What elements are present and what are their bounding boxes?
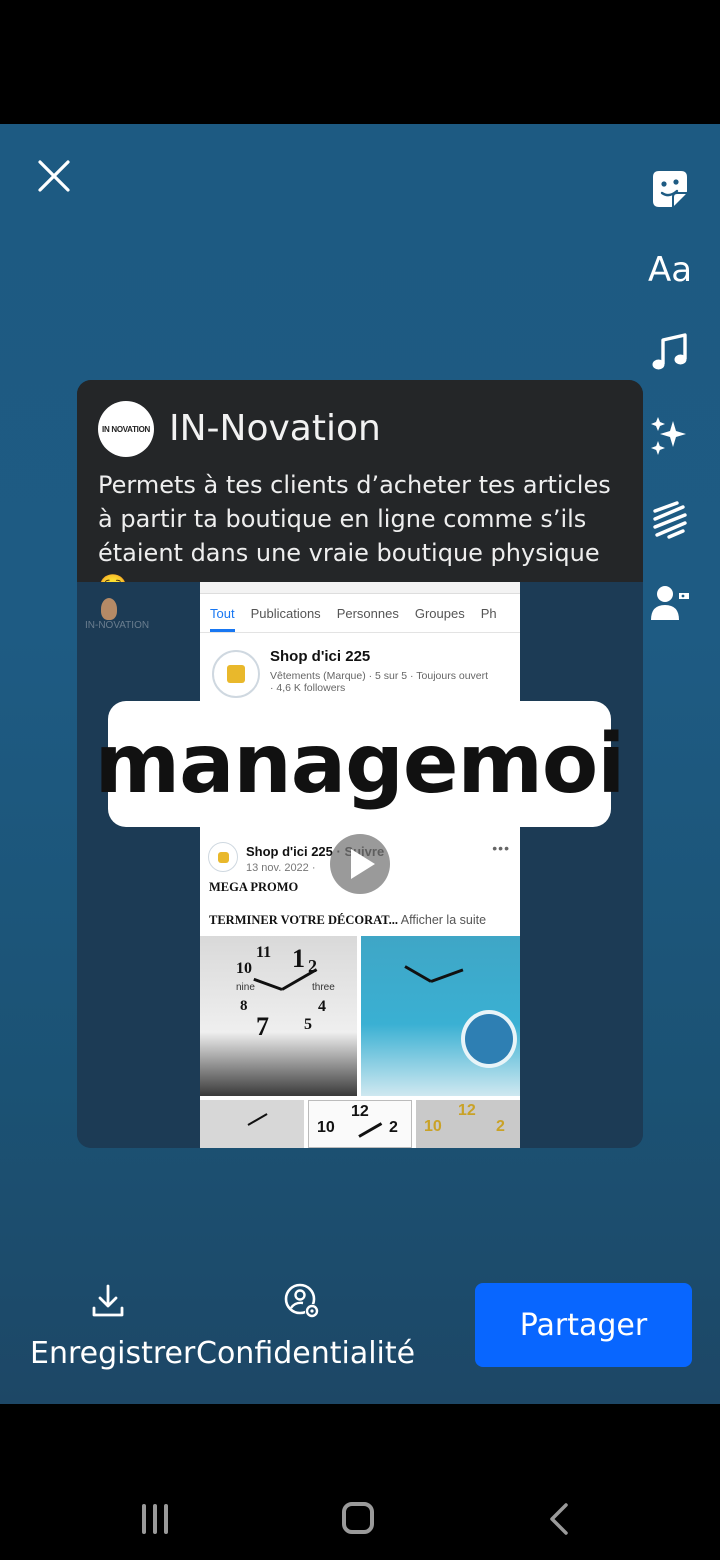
post-author-avatar <box>208 842 238 872</box>
shop-result: Shop d'ici 225 Vêtements (Marque) · 5 su… <box>200 642 520 708</box>
play-button[interactable] <box>330 834 390 894</box>
clock-photo-2 <box>361 936 520 1096</box>
effects-button[interactable] <box>642 408 698 464</box>
page-name: IN-Novation <box>169 408 381 449</box>
back-button[interactable] <box>546 1502 572 1536</box>
text-tool-button[interactable]: Aa <box>642 242 698 298</box>
shop-name: Shop d'ici 225 <box>270 648 371 665</box>
tab-photos: Ph <box>480 606 497 621</box>
clock-photo-4: 12 10 2 <box>308 1100 412 1148</box>
text-tool-icon: Aa <box>647 250 693 290</box>
post-body: TERMINER VOTRE DÉCORAT... Afficher la su… <box>209 913 487 927</box>
tag-people-button[interactable] <box>642 575 698 631</box>
status-bar-area <box>0 0 720 124</box>
page-avatar: IN NOVATION <box>98 401 154 457</box>
sticker-button[interactable] <box>642 160 698 216</box>
tab-people: Personnes <box>336 606 399 621</box>
music-button[interactable] <box>642 325 698 381</box>
save-label: Enregistrer <box>30 1336 196 1371</box>
text-sticker[interactable]: managemoi <box>95 701 625 827</box>
close-button[interactable] <box>34 156 74 196</box>
tab-groups: Groupes <box>414 606 465 621</box>
privacy-label: Confidentialité <box>196 1336 416 1371</box>
shopping-bag-icon <box>217 851 229 863</box>
music-icon <box>652 333 687 370</box>
clock-photo-1: 11 1 2 10 8 4 7 5 nine three <box>200 936 357 1096</box>
post-header: IN NOVATION IN-Novation Permets à tes cl… <box>77 380 643 601</box>
home-button[interactable] <box>342 1502 374 1534</box>
draw-button[interactable] <box>642 492 698 548</box>
post-video: IN-NOVATION Tout Publications Personnes … <box>77 582 643 1148</box>
privacy-button[interactable]: Confidentialité <box>196 1282 416 1382</box>
search-tabs: Tout Publications Personnes Groupes Ph <box>200 602 520 632</box>
tag-people-icon <box>651 586 689 620</box>
save-button[interactable]: Enregistrer <box>30 1282 196 1382</box>
tab-posts: Publications <box>250 606 321 621</box>
privacy-settings-icon <box>284 1283 319 1318</box>
clock-photo-5: 12 10 2 <box>416 1100 520 1148</box>
shop-meta: Vêtements (Marque) · 5 sur 5 · Toujours … <box>270 670 489 694</box>
clock-photo-3 <box>200 1100 304 1148</box>
bulb-icon <box>101 598 117 620</box>
shopping-bag-icon <box>227 665 245 683</box>
divider <box>200 632 520 633</box>
post-headline: MEGA PROMO <box>209 880 299 894</box>
sticker-icon <box>653 171 687 207</box>
recent-apps-button[interactable] <box>140 1504 172 1534</box>
more-options-icon: ••• <box>492 840 510 856</box>
shop-logo <box>212 650 260 698</box>
effects-sparkle-icon <box>651 417 686 455</box>
close-icon <box>38 160 70 192</box>
tab-all: Tout <box>210 602 235 632</box>
search-bar-edge <box>200 582 520 594</box>
system-navigation <box>0 1480 720 1560</box>
play-icon <box>351 849 375 879</box>
drawing-squiggle-icon <box>653 501 687 539</box>
share-button[interactable]: Partager <box>475 1283 692 1367</box>
post-date: 13 nov. 2022 · <box>246 862 316 874</box>
watermark-logo: IN-NOVATION <box>85 596 165 646</box>
back-chevron-icon <box>550 1503 568 1535</box>
download-icon <box>92 1284 124 1317</box>
